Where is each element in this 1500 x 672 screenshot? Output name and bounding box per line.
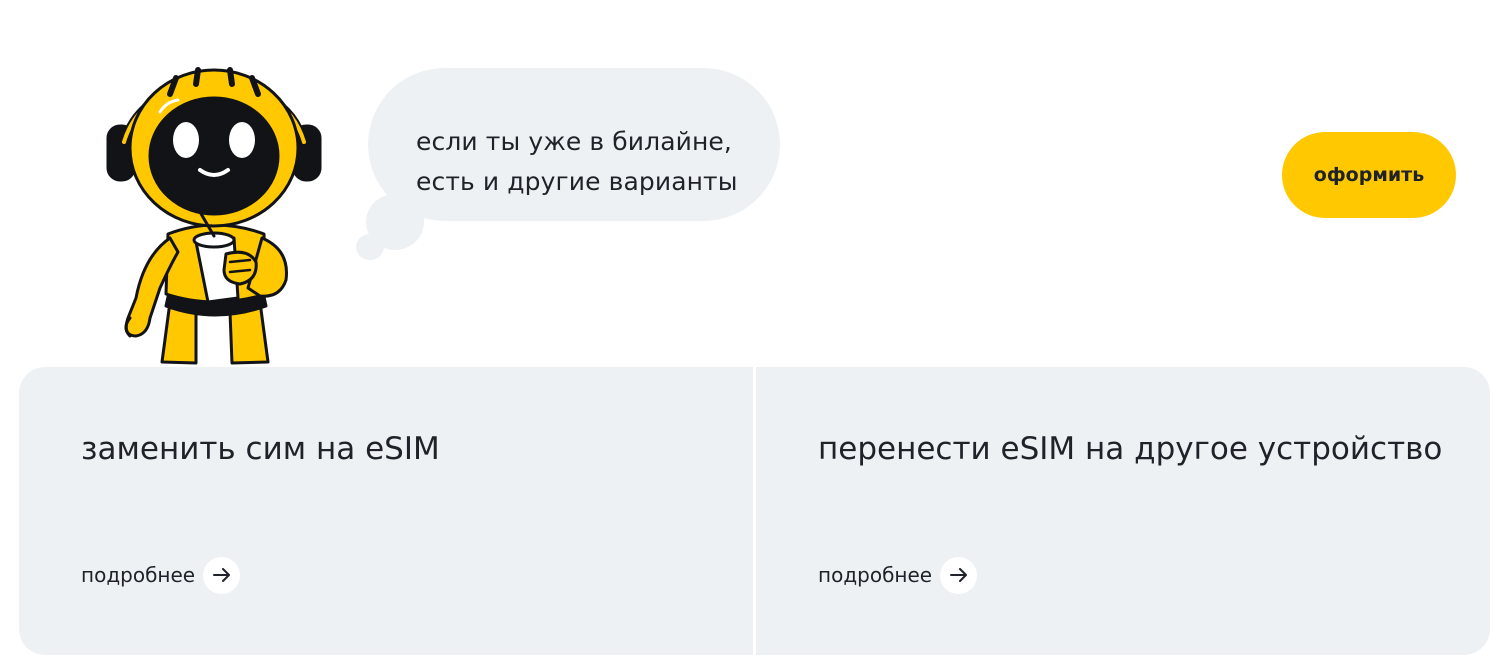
more-details-label: подробнее [818,563,933,587]
card-title: перенести eSIM на другое устройство [818,431,1443,467]
speech-bubble-line-2: есть и другие варианты [416,167,738,196]
apply-button[interactable]: оформить [1282,132,1456,218]
card-replace-sim-with-esim[interactable]: заменить сим на eSIM подробнее [19,367,753,655]
options-cards: заменить сим на eSIM подробнее перенести… [19,367,1490,655]
esim-promo-section: если ты уже в билайне, есть и другие вар… [0,0,1500,672]
more-details-link[interactable]: подробнее [818,556,978,594]
arrow-right-glyph [949,568,967,582]
speech-bubble-tail-dot [356,234,384,260]
speech-bubble: если ты уже в билайне, есть и другие вар… [368,68,780,221]
arrow-right-glyph [212,568,230,582]
arrow-right-icon[interactable] [940,556,978,594]
robot-mascot-icon [106,67,322,365]
more-details-label: подробнее [81,563,196,587]
more-details-link[interactable]: подробнее [81,556,241,594]
arrow-right-icon[interactable] [203,556,241,594]
card-transfer-esim[interactable]: перенести eSIM на другое устройство подр… [756,367,1490,655]
card-title: заменить сим на eSIM [81,431,440,467]
speech-bubble-line-1: если ты уже в билайне, [416,127,732,156]
